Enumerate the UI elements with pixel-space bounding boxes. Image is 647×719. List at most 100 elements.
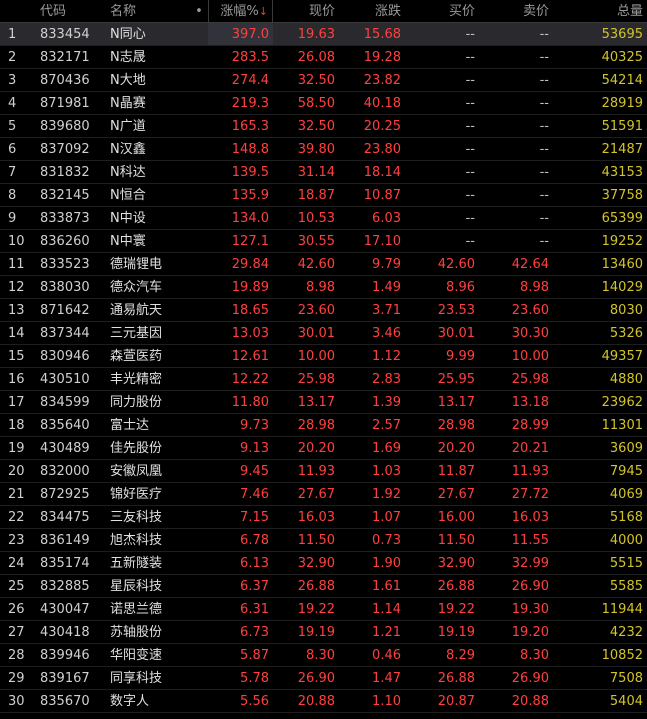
row-index[interactable]: 8 xyxy=(0,184,34,207)
ask-price[interactable]: 26.90 xyxy=(479,667,553,690)
row-index[interactable]: 17 xyxy=(0,391,34,414)
bid-price[interactable]: 13.17 xyxy=(405,391,479,414)
change-pct[interactable]: 7.15 xyxy=(208,506,273,529)
row-spacer[interactable] xyxy=(190,69,208,92)
change-pct[interactable]: 148.8 xyxy=(208,138,273,161)
volume[interactable]: 4000 xyxy=(553,529,647,552)
row-spacer[interactable] xyxy=(190,598,208,621)
bid-price[interactable]: 20.87 xyxy=(405,690,479,713)
change-pct[interactable]: 283.5 xyxy=(208,46,273,69)
volume[interactable]: 65399 xyxy=(553,207,647,230)
row-index[interactable]: 4 xyxy=(0,92,34,115)
row-spacer[interactable] xyxy=(190,92,208,115)
volume[interactable]: 4880 xyxy=(553,368,647,391)
change-pct[interactable]: 5.87 xyxy=(208,644,273,667)
change[interactable]: 17.10 xyxy=(339,230,405,253)
ask-price[interactable]: 8.30 xyxy=(479,644,553,667)
row-index[interactable]: 7 xyxy=(0,161,34,184)
row-spacer[interactable] xyxy=(190,644,208,667)
price[interactable]: 23.60 xyxy=(273,299,339,322)
row-spacer[interactable] xyxy=(190,460,208,483)
ask-price[interactable]: 32.99 xyxy=(479,552,553,575)
ask-price[interactable]: 13.18 xyxy=(479,391,553,414)
row-index[interactable]: 13 xyxy=(0,299,34,322)
volume[interactable]: 23962 xyxy=(553,391,647,414)
change-pct[interactable]: 6.37 xyxy=(208,575,273,598)
stock-code[interactable]: 833454 xyxy=(34,23,104,46)
ask-price[interactable]: 10.00 xyxy=(479,345,553,368)
row-index[interactable]: 9 xyxy=(0,207,34,230)
header-name[interactable]: 名称 xyxy=(104,0,190,23)
change[interactable]: 1.21 xyxy=(339,621,405,644)
row-index[interactable]: 6 xyxy=(0,138,34,161)
change[interactable]: 20.25 xyxy=(339,115,405,138)
row-spacer[interactable] xyxy=(190,575,208,598)
stock-name[interactable]: 丰光精密 xyxy=(104,368,190,391)
stock-name[interactable]: 华阳变速 xyxy=(104,644,190,667)
header-code[interactable]: 代码 xyxy=(34,0,104,23)
stock-name[interactable]: 诺思兰德 xyxy=(104,598,190,621)
row-spacer[interactable] xyxy=(190,322,208,345)
bid-price[interactable]: -- xyxy=(405,92,479,115)
stock-code[interactable]: 839680 xyxy=(34,115,104,138)
bid-price[interactable]: 28.98 xyxy=(405,414,479,437)
stock-name[interactable]: N恒合 xyxy=(104,184,190,207)
price[interactable]: 20.20 xyxy=(273,437,339,460)
row-index[interactable]: 23 xyxy=(0,529,34,552)
header-change-pct[interactable]: 涨幅%↓ xyxy=(208,0,273,23)
row-spacer[interactable] xyxy=(190,368,208,391)
stock-code[interactable]: 831832 xyxy=(34,161,104,184)
change-pct[interactable]: 6.73 xyxy=(208,621,273,644)
ask-price[interactable]: 23.60 xyxy=(479,299,553,322)
ask-price[interactable]: -- xyxy=(479,92,553,115)
price[interactable]: 42.60 xyxy=(273,253,339,276)
change[interactable]: 6.03 xyxy=(339,207,405,230)
change[interactable]: 1.14 xyxy=(339,598,405,621)
stock-code[interactable]: 836260 xyxy=(34,230,104,253)
row-index[interactable]: 25 xyxy=(0,575,34,598)
price[interactable]: 58.50 xyxy=(273,92,339,115)
bid-price[interactable]: 23.53 xyxy=(405,299,479,322)
row-spacer[interactable] xyxy=(190,23,208,46)
change-pct[interactable]: 9.13 xyxy=(208,437,273,460)
volume[interactable]: 5404 xyxy=(553,690,647,713)
change-pct[interactable]: 9.45 xyxy=(208,460,273,483)
row-index[interactable]: 1 xyxy=(0,23,34,46)
ask-price[interactable]: -- xyxy=(479,184,553,207)
stock-name[interactable]: 安徽凤凰 xyxy=(104,460,190,483)
ask-price[interactable]: -- xyxy=(479,161,553,184)
change[interactable]: 1.69 xyxy=(339,437,405,460)
row-index[interactable]: 24 xyxy=(0,552,34,575)
ask-price[interactable]: 8.98 xyxy=(479,276,553,299)
change[interactable]: 1.90 xyxy=(339,552,405,575)
stock-code[interactable]: 832171 xyxy=(34,46,104,69)
volume[interactable]: 5168 xyxy=(553,506,647,529)
change[interactable]: 0.73 xyxy=(339,529,405,552)
volume[interactable]: 7508 xyxy=(553,667,647,690)
ask-price[interactable]: 19.30 xyxy=(479,598,553,621)
row-spacer[interactable] xyxy=(190,253,208,276)
stock-code[interactable]: 839946 xyxy=(34,644,104,667)
row-index[interactable]: 29 xyxy=(0,667,34,690)
change[interactable]: 18.14 xyxy=(339,161,405,184)
change-pct[interactable]: 5.78 xyxy=(208,667,273,690)
volume[interactable]: 3609 xyxy=(553,437,647,460)
change-pct[interactable]: 11.80 xyxy=(208,391,273,414)
price[interactable]: 28.98 xyxy=(273,414,339,437)
row-index[interactable]: 27 xyxy=(0,621,34,644)
row-spacer[interactable] xyxy=(190,184,208,207)
change[interactable]: 1.47 xyxy=(339,667,405,690)
stock-name[interactable]: 佳先股份 xyxy=(104,437,190,460)
row-spacer[interactable] xyxy=(190,529,208,552)
stock-name[interactable]: 通易航天 xyxy=(104,299,190,322)
volume[interactable]: 51591 xyxy=(553,115,647,138)
row-index[interactable]: 2 xyxy=(0,46,34,69)
stock-name[interactable]: N志晟 xyxy=(104,46,190,69)
header-ask[interactable]: 卖价 xyxy=(479,0,553,23)
stock-name[interactable]: N汉鑫 xyxy=(104,138,190,161)
stock-name[interactable]: N广道 xyxy=(104,115,190,138)
stock-name[interactable]: 旭杰科技 xyxy=(104,529,190,552)
bid-price[interactable]: -- xyxy=(405,138,479,161)
volume[interactable]: 21487 xyxy=(553,138,647,161)
volume[interactable]: 40325 xyxy=(553,46,647,69)
